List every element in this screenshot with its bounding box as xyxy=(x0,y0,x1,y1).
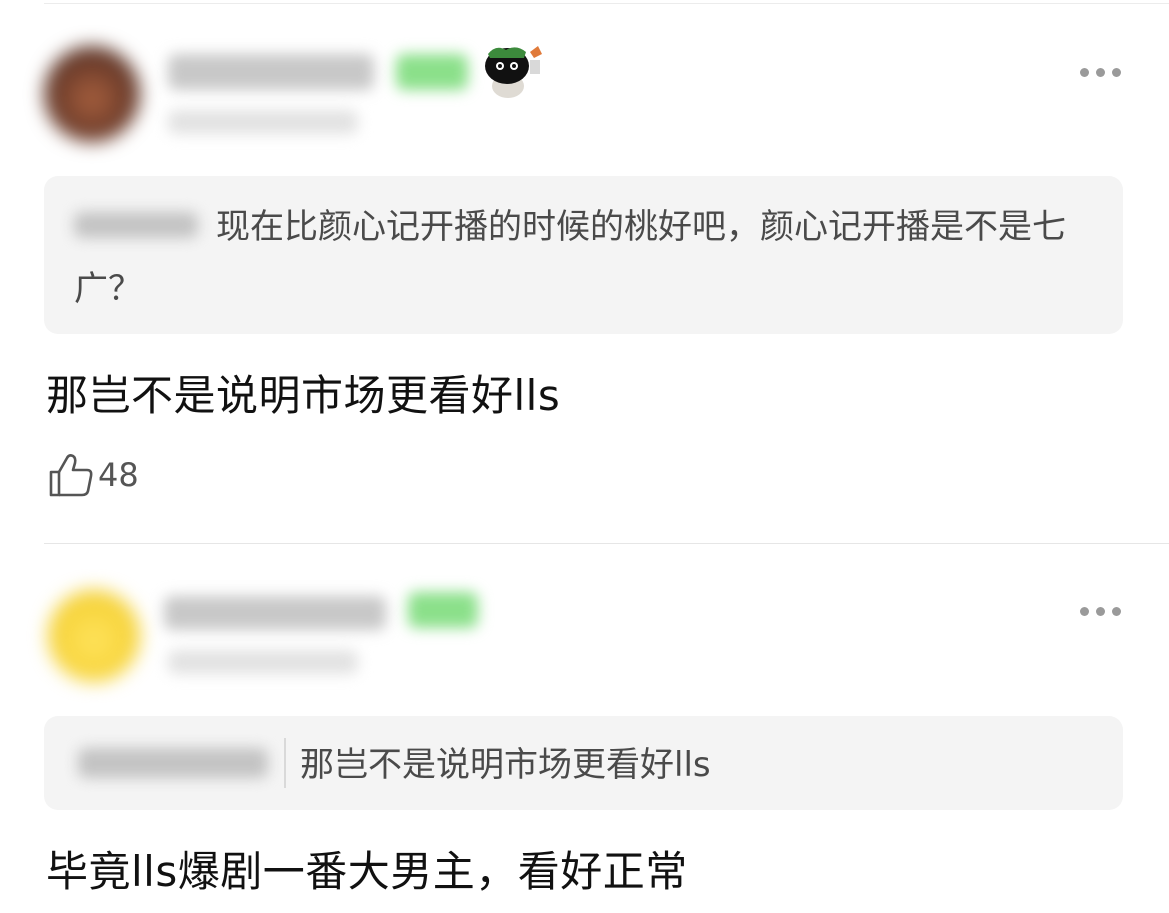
quoted-text: 那岂不是说明市场更看好lls xyxy=(300,745,711,785)
emoji-sticker-icon xyxy=(485,46,542,98)
quote-separator xyxy=(284,738,286,788)
like-count: 48 xyxy=(98,456,139,494)
more-options-icon[interactable] xyxy=(1080,607,1121,616)
comment-text: 毕竟lls爆剧一番大男主，看好正常 xyxy=(46,847,688,896)
comment-meta-blurred xyxy=(168,110,358,134)
comment-text: 那岂不是说明市场更看好lls xyxy=(46,371,561,420)
username-blurred[interactable] xyxy=(164,596,386,630)
username-blurred[interactable] xyxy=(168,54,374,90)
comment-divider xyxy=(44,543,1169,544)
like-button[interactable]: 48 xyxy=(48,452,139,498)
user-badge-blurred xyxy=(396,54,468,90)
avatar[interactable] xyxy=(48,590,140,682)
quoted-username-blurred xyxy=(78,748,268,778)
more-options-icon[interactable] xyxy=(1080,68,1121,77)
user-badge-blurred xyxy=(408,592,478,628)
comment-card: 现在比颜心记开播的时候的桃好吧，颜心记开播是不是七广？ 那岂不是说明市场更看好l… xyxy=(0,0,1169,540)
avatar[interactable] xyxy=(44,46,140,142)
quoted-comment[interactable]: 现在比颜心记开播的时候的桃好吧，颜心记开播是不是七广？ xyxy=(44,176,1123,334)
thumbs-up-icon xyxy=(49,454,93,497)
quoted-text: 现在比颜心记开播的时候的桃好吧，颜心记开播是不是七广？ xyxy=(74,207,1066,309)
comment-meta-blurred xyxy=(168,650,358,674)
quoted-comment[interactable]: 那岂不是说明市场更看好lls xyxy=(44,716,1123,810)
